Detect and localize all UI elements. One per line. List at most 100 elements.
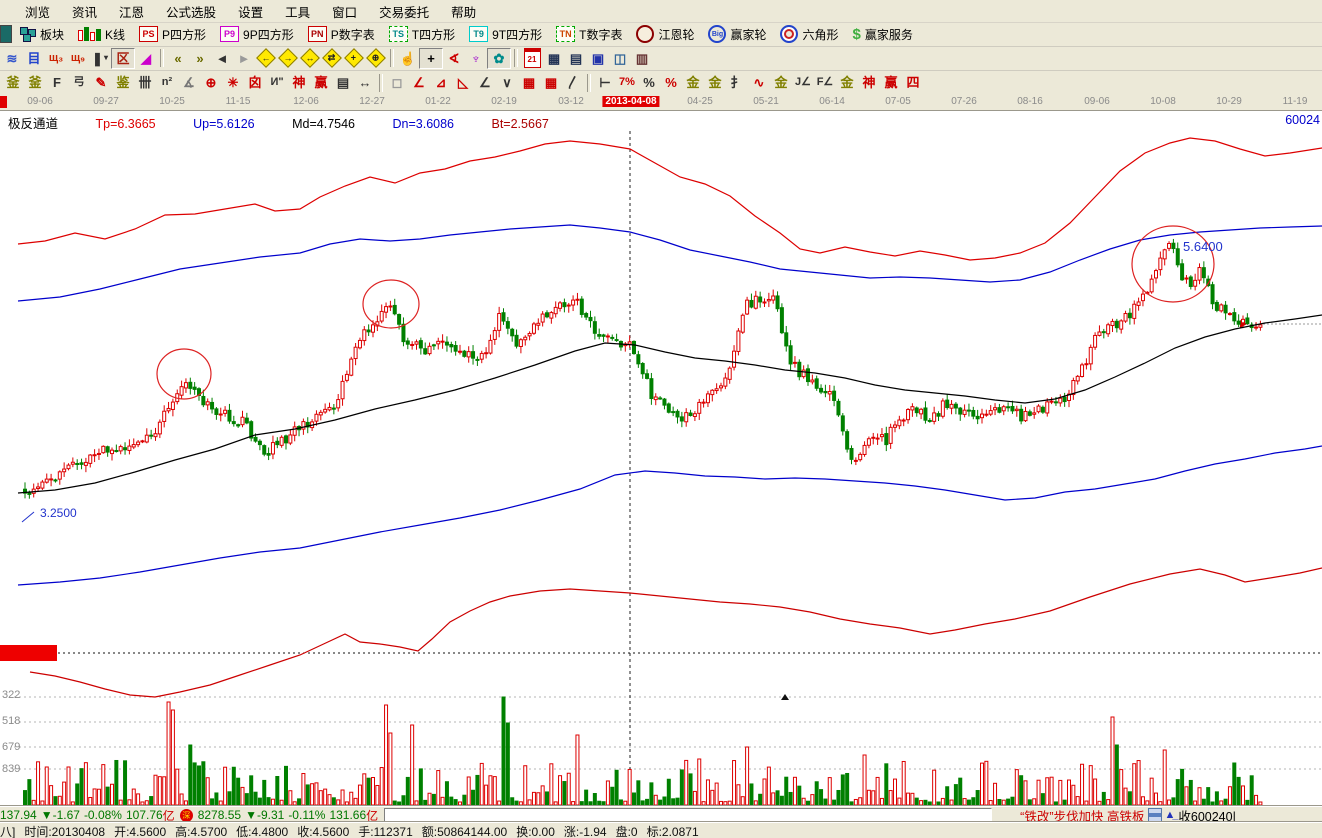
percent-line1-icon[interactable]: 7% bbox=[616, 73, 638, 92]
kline-button[interactable]: K线 bbox=[72, 25, 131, 44]
percent-icon[interactable]: % bbox=[638, 73, 660, 92]
gann-wheel-button[interactable]: 江恩轮 bbox=[630, 24, 700, 44]
spiral-icon[interactable]: 弓 bbox=[68, 73, 90, 92]
gann-tool1-icon[interactable]: 釜 bbox=[2, 73, 24, 92]
network-icon[interactable]: ◫ bbox=[609, 49, 631, 68]
brush-icon[interactable]: ✎ bbox=[90, 73, 112, 92]
zigzag-icon[interactable]: ∨ bbox=[496, 73, 518, 92]
candle-body bbox=[158, 422, 161, 434]
menu-窗口[interactable]: 窗口 bbox=[321, 0, 368, 23]
grid-box2-icon[interactable]: ▦ bbox=[540, 73, 562, 92]
box-tool-icon[interactable]: ◻ bbox=[386, 73, 408, 92]
hatch-lines-icon[interactable]: 〳 bbox=[562, 73, 584, 92]
menu-江恩[interactable]: 江恩 bbox=[108, 0, 155, 23]
menu-浏览[interactable]: 浏览 bbox=[14, 0, 61, 23]
quote-list-icon[interactable]: 目 bbox=[23, 49, 45, 68]
winner-wheel-button[interactable]: Big赢家轮 bbox=[702, 24, 772, 44]
9t-square-button[interactable]: T99T四方形 bbox=[463, 25, 548, 44]
notes-icon[interactable]: ▤ bbox=[565, 49, 587, 68]
menu-资讯[interactable]: 资讯 bbox=[61, 0, 108, 23]
hspan-ruler-icon[interactable]: ↔ bbox=[354, 73, 376, 92]
winner-service-button[interactable]: $赢家服务 bbox=[847, 25, 919, 44]
ruler-123-icon[interactable]: ▤ bbox=[332, 73, 354, 92]
diamond-right-icon[interactable]: → bbox=[277, 49, 299, 68]
fib-f-icon[interactable]: F bbox=[46, 73, 68, 92]
diamond-left-icon[interactable]: ← bbox=[255, 49, 277, 68]
workstation-icon[interactable]: ▥ bbox=[631, 49, 653, 68]
calendar-icon[interactable]: 21 bbox=[521, 49, 543, 68]
wave3-icon[interactable]: щ₃ bbox=[45, 49, 67, 68]
t-table-button[interactable]: TNT数字表 bbox=[550, 25, 628, 44]
shen-ruler-icon[interactable]: 神 bbox=[288, 73, 310, 92]
dropdown-arrow-icon[interactable]: ▾ bbox=[104, 54, 108, 62]
web-box-icon[interactable]: 囟 bbox=[244, 73, 266, 92]
fan-box1-icon[interactable]: ⊿ bbox=[430, 73, 452, 92]
ruler-comb-icon[interactable]: 卌 bbox=[134, 73, 156, 92]
n2-comb-icon[interactable]: n² bbox=[156, 73, 178, 92]
gold-box-icon[interactable]: 金 bbox=[770, 73, 792, 92]
ying-ruler-icon[interactable]: 赢 bbox=[310, 73, 332, 92]
diamond-all-icon[interactable]: ⊕ bbox=[365, 49, 387, 68]
clipped-module-icon[interactable] bbox=[0, 25, 12, 43]
first-bar-icon[interactable]: « bbox=[167, 49, 189, 68]
histogram-icon[interactable]: ◢ bbox=[135, 49, 157, 68]
menu-交易委托[interactable]: 交易委托 bbox=[368, 0, 440, 23]
i-quote-icon[interactable]: И" bbox=[266, 73, 288, 92]
trend-lines-icon[interactable]: ∠ bbox=[474, 73, 496, 92]
p-table-button[interactable]: PNP数字表 bbox=[302, 25, 381, 44]
reverse-channel-icon[interactable]: 区 bbox=[111, 48, 135, 69]
menu-工具[interactable]: 工具 bbox=[274, 0, 321, 23]
angle-measure-icon[interactable]: ∢ bbox=[443, 49, 465, 68]
menu-公式选股[interactable]: 公式选股 bbox=[155, 0, 227, 23]
brain-tool-icon[interactable]: ✿ bbox=[487, 48, 511, 69]
volume-bar bbox=[754, 801, 757, 805]
menu-设置[interactable]: 设置 bbox=[227, 0, 274, 23]
scale-histogram-icon[interactable]: ⊢ bbox=[594, 73, 616, 92]
menu-帮助[interactable]: 帮助 bbox=[440, 0, 487, 23]
signal-tower-icon[interactable]: ▲̲ bbox=[1164, 809, 1175, 821]
gold-circle-icon[interactable]: 金 bbox=[682, 73, 704, 92]
ying-angle-icon[interactable]: 赢 bbox=[880, 73, 902, 92]
hexagon-button[interactable]: 六角形 bbox=[774, 24, 844, 44]
gann-circle-icon[interactable]: 鉴 bbox=[112, 73, 134, 92]
f-angle-icon[interactable]: F∠ bbox=[814, 73, 836, 92]
ink-brush-icon[interactable]: 扌 bbox=[726, 73, 748, 92]
grid-box1-icon[interactable]: ▦ bbox=[518, 73, 540, 92]
wave9-icon[interactable]: щ₉ bbox=[67, 49, 89, 68]
diamond-swap-icon[interactable]: ⇄ bbox=[321, 49, 343, 68]
sectors-button[interactable]: 板块 bbox=[14, 25, 70, 44]
chart-area[interactable]: 极反通道 Tp=6.3665 Up=5.6126 Md=4.7546 Dn=3.… bbox=[0, 110, 1322, 807]
9p-square-button[interactable]: P99P四方形 bbox=[214, 25, 300, 44]
gann-tool-icon[interactable]: ♆ bbox=[465, 49, 487, 68]
calculator-icon[interactable]: ▦ bbox=[543, 49, 565, 68]
splitter-icon[interactable] bbox=[1148, 808, 1162, 822]
gann-tool2-icon[interactable]: 釜 bbox=[24, 73, 46, 92]
crosshair-icon[interactable]: + bbox=[419, 48, 443, 69]
diamond-hspan-icon[interactable]: ↔ bbox=[299, 49, 321, 68]
shen-angle-icon[interactable]: 神 bbox=[858, 73, 880, 92]
angle-a-icon[interactable]: ∡ bbox=[178, 73, 200, 92]
starburst-icon[interactable]: ✳ bbox=[222, 73, 244, 92]
volume-bar bbox=[1028, 800, 1031, 805]
last-bar-icon[interactable]: » bbox=[189, 49, 211, 68]
fan-box2-icon[interactable]: ◺ bbox=[452, 73, 474, 92]
percent-line2-icon[interactable]: % bbox=[660, 73, 682, 92]
wave-lines-icon[interactable]: ∿ bbox=[748, 73, 770, 92]
si-angle-icon[interactable]: 四 bbox=[902, 73, 924, 92]
hand-pan-icon[interactable]: ☝ bbox=[397, 49, 419, 68]
gold-angle-icon[interactable]: 金 bbox=[836, 73, 858, 92]
candle-style-icon[interactable]: ❚▾ bbox=[89, 49, 111, 68]
mini-chart-icon[interactable]: ≋ bbox=[1, 49, 23, 68]
save-icon[interactable]: ▣ bbox=[587, 49, 609, 68]
price-volume-chart[interactable]: 3225186798395.64003.2500 bbox=[0, 111, 1322, 807]
next-bar-icon[interactable]: ► bbox=[233, 49, 255, 68]
diamond-cross-icon[interactable]: + bbox=[343, 49, 365, 68]
j-angle-icon[interactable]: J∠ bbox=[792, 73, 814, 92]
t-square-button[interactable]: TST四方形 bbox=[383, 25, 461, 44]
quick-entry-input[interactable] bbox=[384, 808, 992, 823]
target-cross-icon[interactable]: ⊕ bbox=[200, 73, 222, 92]
gold-lines-icon[interactable]: 金 bbox=[704, 73, 726, 92]
p-square-button[interactable]: PSP四方形 bbox=[133, 25, 212, 44]
fan-lines-icon[interactable]: ∠ bbox=[408, 73, 430, 92]
prev-bar-icon[interactable]: ◄ bbox=[211, 49, 233, 68]
